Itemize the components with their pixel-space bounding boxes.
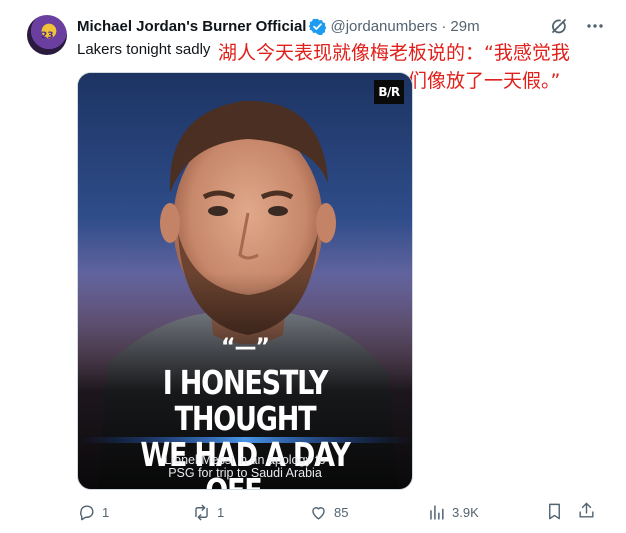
like-icon — [312, 506, 325, 520]
grok-icon[interactable] — [549, 16, 569, 36]
like-count: 85 — [334, 504, 349, 520]
display-name[interactable]: Michael Jordan's Burner Official — [77, 18, 306, 35]
repost-button[interactable]: 1 — [192, 501, 224, 523]
quote-marks: “—” — [221, 335, 270, 360]
action-bar: 1 1 85 3.9K — [77, 501, 607, 523]
reply-icon — [80, 504, 94, 520]
separator-dot: · — [441, 17, 447, 35]
repost-icon — [195, 504, 208, 520]
tweet-media-image[interactable]: B/R “—” I HONESTLY THOUGHT WE HAD A DAY … — [77, 72, 413, 490]
image-caption: Lionel Messi in an apology to PSG for tr… — [78, 454, 412, 480]
verified-badge-icon[interactable] — [309, 18, 327, 35]
tweet-header: Michael Jordan's Burner Official @jordan… — [77, 15, 480, 37]
reply-count: 1 — [102, 504, 110, 520]
bookmark-icon[interactable] — [545, 502, 564, 521]
like-button[interactable]: 85 — [309, 501, 348, 523]
tweet-text: Lakers tonight sadly — [77, 41, 211, 58]
avatar[interactable]: 23 — [27, 15, 67, 55]
share-icon[interactable] — [577, 501, 596, 520]
views-icon — [430, 504, 444, 520]
reply-button[interactable]: 1 — [77, 501, 109, 523]
br-logo: B/R — [374, 80, 404, 104]
caption-line-2: PSG for trip to Saudi Arabia — [168, 466, 322, 480]
avatar-label: 23 — [41, 31, 54, 41]
view-count: 3.9K — [452, 504, 479, 520]
views-button[interactable]: 3.9K — [427, 501, 479, 523]
headline-line-1: I HONESTLY THOUGHT — [162, 363, 329, 438]
handle[interactable]: @jordanumbers — [330, 18, 437, 35]
more-icon[interactable] — [585, 16, 605, 36]
repost-count: 1 — [217, 504, 225, 520]
timestamp[interactable]: 29m — [450, 18, 479, 35]
overlay-line-1: 湖人今天表现就像梅老板说的：“我感觉我 — [218, 42, 570, 64]
